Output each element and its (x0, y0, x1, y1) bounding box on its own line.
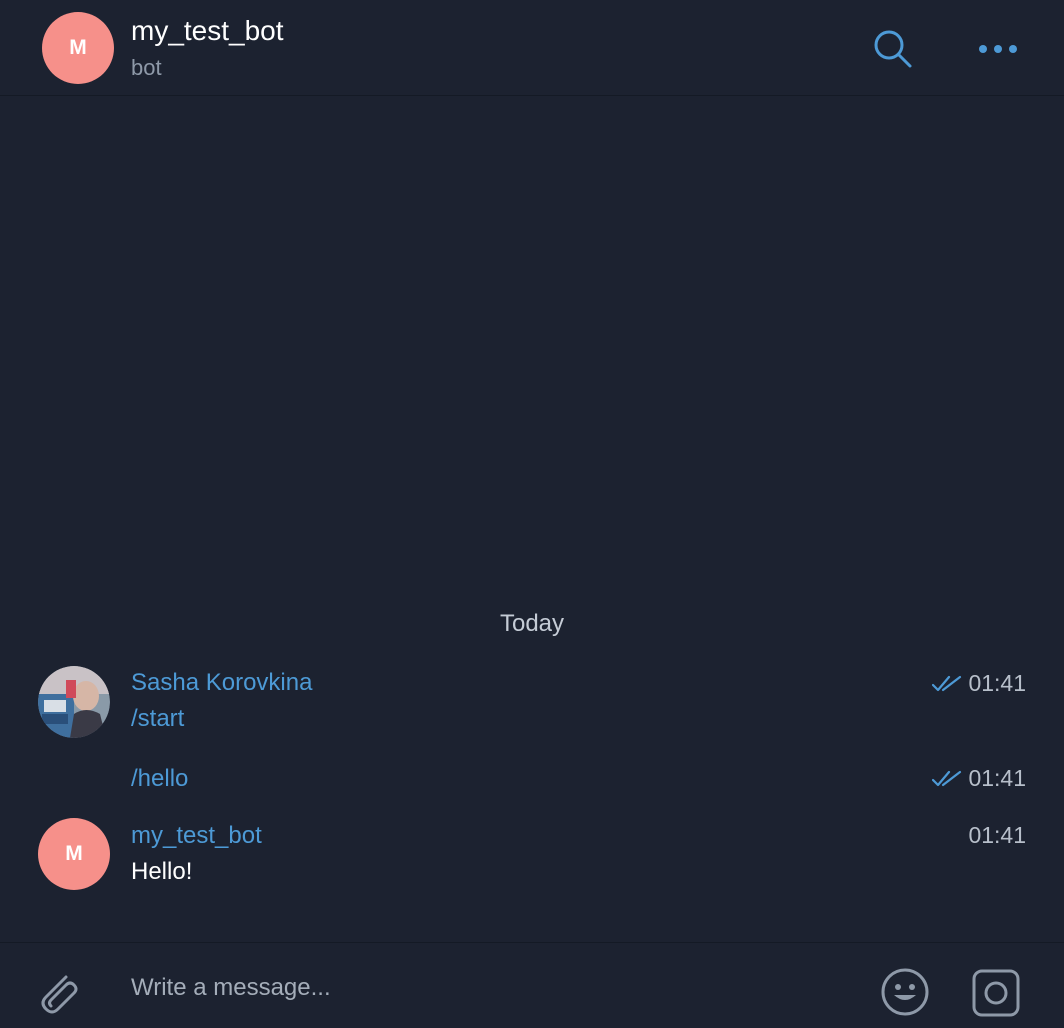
message-time: 01:41 (968, 765, 1026, 791)
user-avatar[interactable] (38, 666, 110, 738)
chat-title[interactable]: my_test_bot (131, 15, 284, 47)
search-button[interactable] (868, 24, 918, 74)
search-icon (874, 30, 912, 68)
message-text[interactable]: /start (131, 705, 184, 733)
paperclip-icon (41, 975, 78, 1014)
double-check-icon (932, 675, 962, 691)
attach-button[interactable] (30, 963, 86, 1019)
camera-icon (972, 969, 1020, 1017)
date-separator: Today (499, 610, 565, 637)
bot-avatar[interactable]: M (42, 12, 114, 84)
message-sender[interactable]: my_test_bot (131, 822, 262, 850)
message-meta: 01:41 (932, 670, 1026, 697)
emoji-button[interactable] (880, 967, 936, 1023)
message-list[interactable]: Today Sasha Korovkina /start 01:41 /hell… (0, 97, 1064, 942)
chat-header: M my_test_bot bot (0, 0, 1064, 96)
message-composer (0, 942, 1064, 1028)
more-dots-icon (979, 45, 1017, 53)
double-check-icon (932, 770, 962, 786)
user-photo (38, 666, 110, 738)
smiley-icon (881, 968, 929, 1016)
message-meta: 01:41 (968, 822, 1026, 849)
camera-button[interactable] (970, 967, 1026, 1023)
message-meta: 01:41 (932, 765, 1026, 792)
message-text[interactable]: /hello (131, 765, 188, 793)
message-sender[interactable]: Sasha Korovkina (131, 669, 312, 697)
message-text: Hello! (131, 858, 193, 885)
bot-avatar[interactable]: M (38, 818, 110, 890)
more-options-button[interactable] (972, 24, 1024, 74)
chat-subtitle: bot (131, 55, 162, 80)
message-input[interactable] (131, 965, 831, 1011)
message-time: 01:41 (968, 822, 1026, 848)
message-time: 01:41 (968, 670, 1026, 696)
